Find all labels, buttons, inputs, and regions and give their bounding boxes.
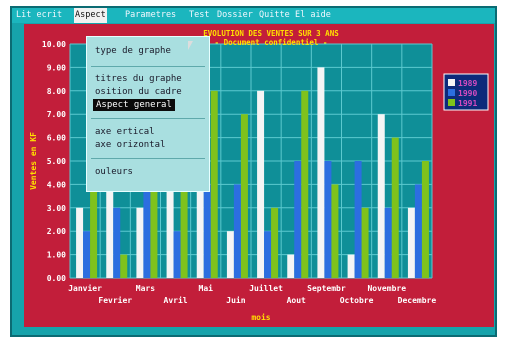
bar-1989-aout xyxy=(287,254,295,278)
bar-1991-juillet xyxy=(271,207,279,278)
bar-1990-septembr xyxy=(324,161,332,278)
x-tick-label: Fevrier xyxy=(98,295,132,305)
x-tick-label: Mai xyxy=(199,283,214,293)
y-tick-label: 7.00 xyxy=(47,110,66,119)
menu-option-ouleurs[interactable]: ouleurs xyxy=(95,166,133,178)
bar-1990-avril xyxy=(173,231,181,278)
x-tick-label: Octobre xyxy=(340,296,374,305)
menu-aspect[interactable]: Aspect xyxy=(74,8,107,23)
menu-parametres[interactable]: Parametres xyxy=(124,8,177,23)
bar-1991-septembr xyxy=(331,184,339,278)
bar-1991-avril xyxy=(180,184,188,278)
bar-1989-novembre xyxy=(377,114,385,278)
x-tick-label: Septembr xyxy=(307,284,346,293)
legend-label-1990: 1990 xyxy=(458,89,477,98)
menu-option-osition-du-cadre[interactable]: osition du cadre xyxy=(95,86,182,98)
chart-title: EVOLUTION DES VENTES SUR 3 ANS xyxy=(203,29,339,38)
bar-1990-juillet xyxy=(264,231,272,278)
legend-label-1991: 1991 xyxy=(458,99,477,108)
y-tick-label: 3.00 xyxy=(47,204,66,213)
y-tick-label: 9.00 xyxy=(47,63,66,72)
bar-1991-decembre xyxy=(421,161,429,278)
menu-option-axe-orizontal[interactable]: axe orizontal xyxy=(95,139,165,151)
y-tick-label: 8.00 xyxy=(47,87,66,96)
bar-1990-decembre xyxy=(414,184,422,278)
menu-option-titres-du-graphe[interactable]: titres du graphe xyxy=(95,73,182,85)
bar-1990-mai xyxy=(203,184,211,278)
bar-1990-mars xyxy=(143,184,151,278)
bar-1991-novembre xyxy=(391,137,399,278)
x-tick-label: Decembre xyxy=(398,296,437,305)
menu-option-axe-ertical[interactable]: axe ertical xyxy=(95,126,155,138)
bar-1990-juin xyxy=(233,184,241,278)
bar-1990-fevrier xyxy=(113,207,121,278)
bar-1989-septembr xyxy=(317,67,325,279)
bar-1989-mars xyxy=(136,207,144,278)
y-axis-label: Ventes en KF xyxy=(29,132,38,190)
menu-separator xyxy=(91,66,205,67)
bar-1991-fevrier xyxy=(120,254,128,278)
menu-dossier[interactable]: Dossier xyxy=(216,8,254,23)
x-tick-label: Janvier xyxy=(68,283,102,293)
bar-1990-novembre xyxy=(384,207,392,278)
bar-1989-juin xyxy=(226,231,234,278)
menu-separator xyxy=(91,118,205,119)
x-tick-label: Aout xyxy=(287,296,306,305)
bar-1990-octobre xyxy=(354,161,362,278)
menu-el-aide[interactable]: El aide xyxy=(294,8,332,23)
legend-swatch-1991 xyxy=(448,99,455,106)
x-tick-label: Juin xyxy=(226,295,245,305)
bar-1989-janvier xyxy=(76,207,84,278)
x-tick-label: Avril xyxy=(164,295,188,305)
legend-swatch-1990 xyxy=(448,89,455,96)
bar-1989-fevrier xyxy=(106,184,114,278)
menu-option-type-de-graphe[interactable]: type de graphe xyxy=(95,45,171,57)
bar-1991-juin xyxy=(240,114,248,278)
y-tick-label: 4.00 xyxy=(47,180,66,189)
y-tick-label: 5.00 xyxy=(47,157,66,166)
x-tick-label: Juillet xyxy=(249,283,283,293)
legend-label-1989: 1989 xyxy=(458,79,477,88)
menu-test[interactable]: Test xyxy=(188,8,210,23)
y-tick-label: 2.00 xyxy=(47,227,66,236)
x-tick-label: Novembre xyxy=(367,284,406,293)
x-axis-label: mois xyxy=(251,312,270,322)
y-tick-label: 10.00 xyxy=(42,40,66,49)
dos-screen: Lit ecrit Aspect Parametres Test Dossier Quit… xyxy=(10,6,497,337)
mouse-cursor-icon xyxy=(188,41,193,50)
y-tick-label: 1.00 xyxy=(47,251,66,260)
bar-1989-juillet xyxy=(257,90,265,278)
menu-option-aspect-general[interactable]: Aspect general xyxy=(93,99,175,111)
y-tick-label: 6.00 xyxy=(47,134,66,143)
x-tick-label: Mars xyxy=(136,284,155,293)
menu-bar: Lit ecrit Aspect Parametres Test Dossier Quit… xyxy=(12,8,495,23)
bar-1990-aout xyxy=(294,161,302,278)
bar-1989-decembre xyxy=(407,207,415,278)
bar-1990-janvier xyxy=(83,231,91,278)
legend-swatch-1989 xyxy=(448,79,455,86)
aspect-menu: type de graphe titres du graphe osition du… xyxy=(86,36,210,192)
bar-1991-mai xyxy=(210,90,218,278)
y-tick-label: 0.00 xyxy=(47,274,66,283)
bar-1991-aout xyxy=(301,90,309,278)
menu-separator xyxy=(91,158,205,159)
bar-1989-octobre xyxy=(347,254,355,278)
chart-subtitle: - Document confidentiel - xyxy=(215,38,328,47)
menu-lit-ecrit[interactable]: Lit ecrit xyxy=(15,8,63,23)
bar-1991-mars xyxy=(150,184,158,278)
bar-1991-octobre xyxy=(361,207,369,278)
menu-quitte[interactable]: Quitte xyxy=(258,8,291,23)
